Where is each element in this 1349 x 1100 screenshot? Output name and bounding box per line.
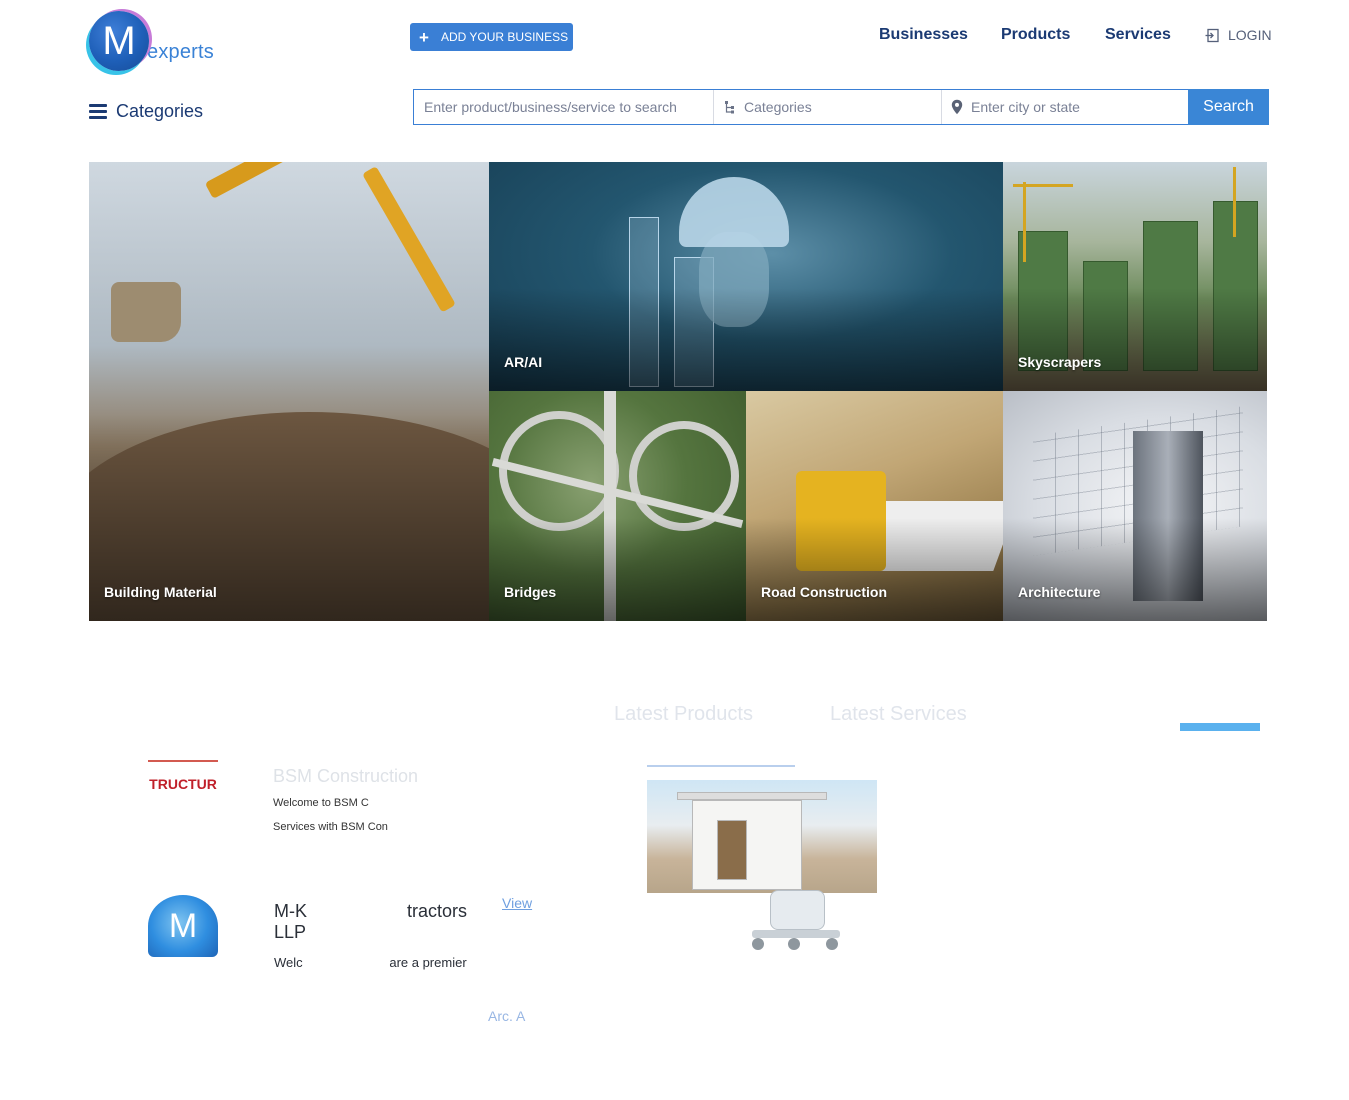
listing-description: Services with BSM Con [273, 821, 388, 833]
category-input[interactable] [736, 90, 936, 124]
listing-name-line: LLP [274, 922, 307, 942]
tile-label: Building Material [104, 584, 217, 600]
tile-ar-ai[interactable]: AR/AI [489, 162, 1003, 391]
tile-label: AR/AI [504, 354, 543, 370]
logo-badge: M [89, 11, 149, 71]
listing-description: Welc are a premier [274, 955, 467, 970]
accent-tab[interactable] [1180, 723, 1260, 731]
nav-products[interactable]: Products [1001, 26, 1070, 48]
tab-latest-services[interactable]: Latest Services [830, 703, 967, 726]
site-logo[interactable]: M experts [89, 10, 229, 72]
nav-businesses[interactable]: Businesses [879, 26, 968, 48]
tile-skyscrapers[interactable]: Skyscrapers [1003, 162, 1267, 391]
listing-name-line: M-K tractors [274, 901, 468, 921]
tile-road-construction[interactable]: Road Construction [746, 391, 1003, 621]
footer-link[interactable]: Arc. A [488, 1008, 525, 1024]
hamburger-icon [89, 104, 107, 119]
business-logo: TRUCTUR [148, 760, 218, 822]
plus-icon: + [419, 27, 429, 47]
tile-label: Architecture [1018, 584, 1101, 600]
view-link[interactable]: View [502, 895, 532, 911]
logo-letter: M [102, 19, 136, 63]
category-tiles: Building Material AR/AI Skyscrapers Brid… [89, 162, 1267, 621]
product-image-house[interactable] [647, 780, 877, 893]
location-input[interactable] [963, 90, 1163, 124]
hard-hat-image [679, 177, 789, 247]
business-logo: M [148, 895, 218, 957]
listing-name[interactable]: M-K tractors LLP [274, 901, 467, 943]
excavator-bucket-image [111, 282, 181, 342]
crane-image [1013, 184, 1073, 187]
latest-section: Latest Products Latest Services TRUCTUR … [0, 690, 1349, 1050]
tile-label: Skyscrapers [1018, 354, 1102, 370]
search-query-input[interactable] [414, 90, 714, 124]
listing-description: Welcome to BSM C [273, 797, 369, 809]
map-pin-icon [951, 99, 963, 115]
search-bar: Search [413, 89, 1269, 125]
tree-icon [725, 101, 734, 114]
categories-label: Categories [116, 101, 204, 121]
crane-image [1233, 167, 1236, 237]
tile-bridges[interactable]: Bridges [489, 391, 746, 621]
login-label: LOGIN [1228, 27, 1272, 43]
search-button[interactable]: Search [1188, 89, 1269, 125]
active-tab-underline [647, 765, 795, 767]
tile-label: Road Construction [761, 584, 887, 600]
tile-label: Bridges [504, 584, 557, 600]
login-button[interactable]: LOGIN [1205, 27, 1272, 43]
tile-building-material[interactable]: Building Material [89, 162, 489, 621]
tile-architecture[interactable]: Architecture [1003, 391, 1267, 621]
excavator-image [204, 162, 443, 199]
add-business-label: ADD YOUR BUSINESS [440, 30, 569, 44]
nav-services[interactable]: Services [1105, 26, 1171, 48]
listing-name[interactable]: BSM Construction [273, 766, 418, 787]
excavator-boom-image [362, 166, 456, 313]
listing-card[interactable]: M M-K tractors LLP Welc are a premier Vi… [110, 895, 580, 975]
add-business-button[interactable]: + ADD YOUR BUSINESS [410, 23, 573, 51]
tab-latest-products[interactable]: Latest Products [614, 703, 753, 726]
logo-text: experts [147, 40, 214, 63]
categories-menu-button[interactable]: Categories [89, 101, 203, 122]
product-image-cart[interactable] [748, 886, 843, 956]
category-field[interactable] [714, 90, 942, 124]
login-icon [1205, 28, 1219, 42]
crane-image [1023, 182, 1026, 262]
listing-card[interactable]: TRUCTUR BSM Construction Welcome to BSM … [110, 760, 580, 870]
location-field[interactable] [942, 90, 1188, 124]
